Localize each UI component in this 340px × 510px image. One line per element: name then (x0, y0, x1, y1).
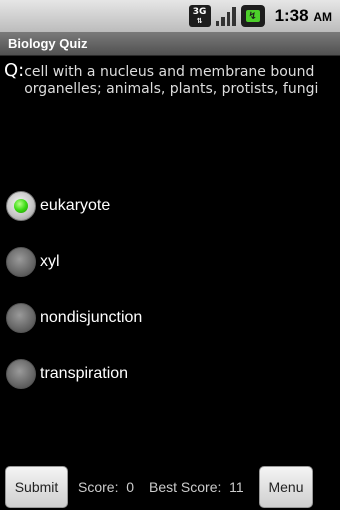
question-label: Q: (4, 60, 25, 81)
app-title-bar: Biology Quiz (0, 32, 340, 56)
network-label: 3G (192, 6, 207, 17)
option-label: eukaryote (40, 197, 111, 214)
score-value: 0 (126, 479, 135, 495)
radio-button-selected[interactable] (6, 191, 36, 221)
status-time: 1:38 AM (275, 6, 332, 26)
option-label: xyl (40, 253, 60, 270)
footer-bar: Submit Score: 0 Best Score: 11 Menu (0, 464, 340, 510)
radio-button[interactable] (6, 303, 36, 333)
option-eukaryote[interactable]: eukaryote (6, 178, 326, 234)
question-text: cell with a nucleus and membrane bound o… (24, 64, 319, 97)
option-transpiration[interactable]: transpiration (6, 346, 326, 402)
best-score-label: Best Score: (149, 479, 222, 495)
network-3g-icon: 3G ⇅ (188, 5, 211, 27)
score-label: Score: (78, 479, 119, 495)
score-display: Score: 0 (78, 479, 134, 495)
status-bar: 3G ⇅ ↯ 1:38 AM (0, 0, 340, 32)
best-score-display: Best Score: 11 (149, 479, 244, 495)
submit-button[interactable]: Submit (5, 466, 68, 508)
option-nondisjunction[interactable]: nondisjunction (6, 290, 326, 346)
option-xyl[interactable]: xyl (6, 234, 326, 290)
best-score-value: 11 (229, 479, 244, 495)
signal-strength-icon (215, 5, 237, 27)
question: Q: cell with a nucleus and membrane boun… (4, 60, 336, 98)
time-value: 1:38 (274, 6, 309, 25)
menu-button[interactable]: Menu (259, 466, 313, 508)
battery-icon: ↯ (240, 5, 265, 27)
radio-button[interactable] (6, 359, 36, 389)
time-ampm: AM (313, 10, 332, 24)
answer-options: eukaryote xyl nondisjunction transpirati… (6, 178, 326, 402)
option-label: transpiration (40, 365, 129, 382)
option-label: nondisjunction (40, 309, 143, 326)
radio-button[interactable] (6, 247, 36, 277)
app-title: Biology Quiz (8, 36, 88, 51)
